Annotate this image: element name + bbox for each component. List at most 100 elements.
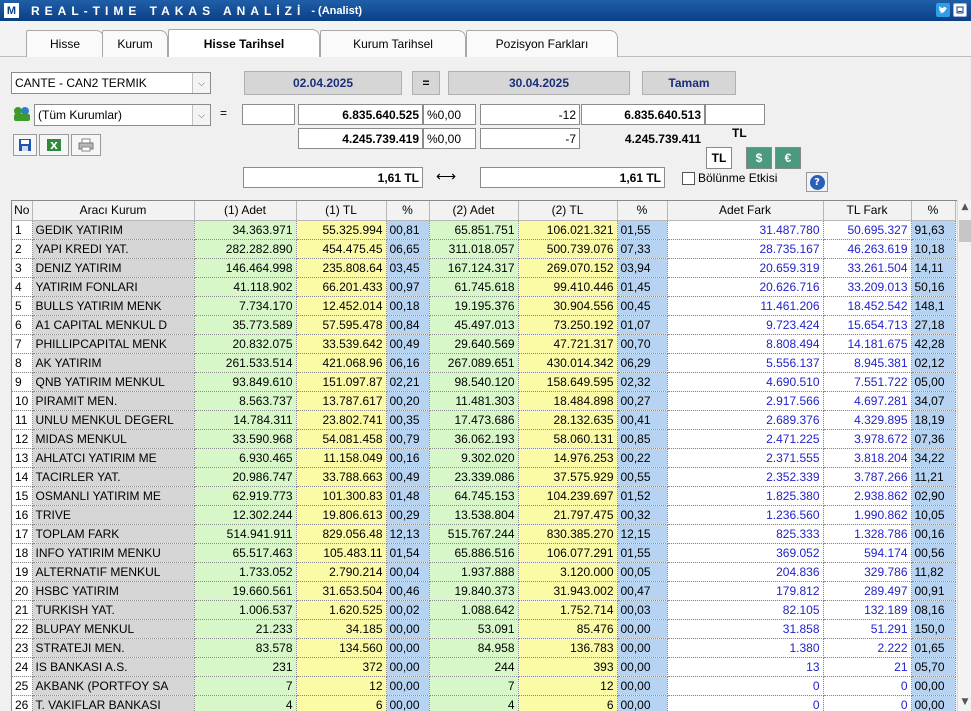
table-cell: 158.649.595 [518,372,618,392]
currency-usd-button[interactable]: $ [746,147,772,169]
table-row[interactable]: 22 BLUPAY MENKUL 21.233 34.185 00,00 53.091 85… [12,619,956,639]
chevron-up-icon[interactable]: ▲ [959,202,971,214]
twitter-icon[interactable] [936,3,950,17]
table-cell: 4 [429,695,519,711]
table-cell: 91,63 [911,220,956,240]
table-cell: 8 [12,353,33,373]
equals-button[interactable]: = [412,71,440,95]
table-row[interactable]: 4 YATIRIM FONLARI 41.118.902 66.201.433 00,9… [12,277,956,297]
currency-eur-button[interactable]: € [775,147,801,169]
table-cell: 10,18 [911,239,956,259]
table-cell: OSMANLI YATIRIM ME [32,486,195,506]
institution-filter-icon[interactable] [13,106,31,122]
ok-button[interactable]: Tamam [642,71,736,95]
column-header[interactable]: % [617,201,668,221]
table-row[interactable]: 5 BULLS YATIRIM MENK 7.734.170 12.452.014 00… [12,296,956,316]
row2-percent: %0,00 [423,128,476,149]
tab-hisse-tarihsel[interactable]: Hisse Tarihsel [168,29,320,57]
excel-icon[interactable]: X [39,134,69,156]
table-cell: 00,00 [617,695,668,711]
start-date-field[interactable]: 02.04.2025 [244,71,402,95]
tab-pozisyon-farklari[interactable]: Pozisyon Farkları [466,30,618,57]
column-header[interactable]: % [386,201,430,221]
table-cell: 105.483.11 [296,543,387,563]
table-row[interactable]: 25 AKBANK (PORTFOY SA 7 12 00,00 7 12 00,00 0 0 00… [12,676,956,696]
table-cell: 01,55 [617,543,668,563]
table-row[interactable]: 12 MIDAS MENKUL 33.590.968 54.081.458 00,79 3… [12,429,956,449]
column-header[interactable]: TL Fark [823,201,912,221]
table-cell: 01,48 [386,486,430,506]
table-cell: 55.325.994 [296,220,387,240]
table-cell: 00,70 [617,334,668,354]
scrollbar-thumb[interactable] [959,220,971,242]
table-cell: 14.976.253 [518,448,618,468]
table-row[interactable]: 15 OSMANLI YATIRIM ME 62.919.773 101.300.83… [12,486,956,506]
chevron-down-icon[interactable]: ⌵ [192,73,210,93]
column-header[interactable]: (2) TL [518,201,618,221]
table-cell: 00,91 [911,581,956,601]
table-cell: 58.060.131 [518,429,618,449]
table-row[interactable]: 24 IS BANKASI A.S. 231 372 00,00 244 393 00,00 1… [12,657,956,677]
table-row[interactable]: 23 STRATEJI MEN. 83.578 134.560 00,00 84.958 1… [12,638,956,658]
chevron-down-icon[interactable]: ⌵ [192,105,210,125]
table-row[interactable]: 13 AHLATCI YATIRIM ME 6.930.465 11.158.049 0… [12,448,956,468]
tab-kurum[interactable]: Kurum [102,30,168,57]
table-row[interactable]: 1 GEDIK YATIRIM 34.363.971 55.325.994 00,81 6… [12,220,956,240]
table-cell: 00,02 [386,600,430,620]
table-row[interactable]: 7 PHILLIPCAPITAL MENK 20.832.075 33.539.642… [12,334,956,354]
table-cell: 00,16 [911,524,956,544]
row2-value-1: 4.245.739.419 [298,128,423,149]
column-header[interactable]: Aracı Kurum [32,201,195,221]
table-cell: 311.018.057 [429,239,519,259]
row1-input-1[interactable] [242,104,295,125]
table-cell: 14.181.675 [823,334,912,354]
table-row[interactable]: 2 YAPI KREDI YAT. 282.282.890 454.475.45 06,… [12,239,956,259]
column-header[interactable]: % [911,201,956,221]
tab-bar: Hisse Kurum Hisse Tarihsel Kurum Tarihse… [0,21,971,57]
table-cell: AKBANK (PORTFOY SA [32,676,195,696]
table-cell: 0 [667,676,824,696]
table-row[interactable]: 10 PIRAMIT MEN. 8.563.737 13.787.617 00,20 11… [12,391,956,411]
table-row[interactable]: 9 QNB YATIRIM MENKUL 93.849.610 151.097.87 0… [12,372,956,392]
table-row[interactable]: 17 TOPLAM FARK 514.941.911 829.056.48 12,13 5… [12,524,956,544]
table-row[interactable]: 26 T. VAKIFLAR BANKASI 4 6 00,00 4 6 00,00 0 0 00,… [12,695,956,711]
tab-hisse[interactable]: Hisse [26,30,104,57]
vertical-scrollbar[interactable]: ▲ ▼ [957,200,971,711]
table-row[interactable]: 18 INFO YATIRIM MENKU 65.517.463 105.483.11… [12,543,956,563]
table-row[interactable]: 3 DENIZ YATIRIM 146.464.998 235.808.64 03,45… [12,258,956,278]
table-cell: UNLU MENKUL DEGERL [32,410,195,430]
column-header[interactable]: Adet Fark [667,201,824,221]
tab-kurum-tarihsel[interactable]: Kurum Tarihsel [320,30,466,57]
table-cell: MIDAS MENKUL [32,429,195,449]
table-row[interactable]: 16 TRIVE 12.302.244 19.806.613 00,29 13.538.8… [12,505,956,525]
institution-select[interactable]: (Tüm Kurumlar) ⌵ [34,104,211,126]
print-icon[interactable] [71,134,101,156]
table-cell: 3.818.204 [823,448,912,468]
table-row[interactable]: 21 TURKISH YAT. 1.006.537 1.620.525 00,02 1.0… [12,600,956,620]
table-cell: 148,1 [911,296,956,316]
column-header[interactable]: (1) TL [296,201,387,221]
table-row[interactable]: 19 ALTERNATIF MENKUL 1.733.052 2.790.214 00,… [12,562,956,582]
help-icon[interactable]: ? [806,172,828,192]
table-row[interactable]: 8 AK YATIRIM 261.533.514 421.068.96 06,16 267… [12,353,956,373]
table-cell: 4 [12,277,33,297]
save-icon[interactable] [13,134,37,156]
table-row[interactable]: 14 TACIRLER YAT. 20.986.747 33.788.663 00,49… [12,467,956,487]
table-row[interactable]: 11 UNLU MENKUL DEGERL 14.784.311 23.802.741… [12,410,956,430]
column-header[interactable]: (2) Adet [429,201,519,221]
column-header[interactable]: (1) Adet [194,201,297,221]
split-effect-checkbox[interactable] [682,172,695,185]
currency-tl-button[interactable]: TL [706,147,732,169]
row1-input-2[interactable] [705,104,765,125]
table-cell: 00,00 [617,657,668,677]
column-header[interactable]: No [12,201,33,221]
end-date-field[interactable]: 30.04.2025 [448,71,630,95]
chevron-down-icon[interactable]: ▼ [959,697,971,709]
table-cell: 00,00 [386,619,430,639]
table-row[interactable]: 6 A1 CAPITAL MENKUL D 35.773.589 57.595.478… [12,315,956,335]
table-row[interactable]: 20 HSBC YATIRIM 19.660.561 31.653.504 00,46 1… [12,581,956,601]
table-cell: 21 [12,600,33,620]
minimize-icon[interactable] [953,3,967,17]
stock-select[interactable]: CANTE - CAN2 TERMIK ⌵ [11,72,211,94]
table-cell: 03,94 [617,258,668,278]
